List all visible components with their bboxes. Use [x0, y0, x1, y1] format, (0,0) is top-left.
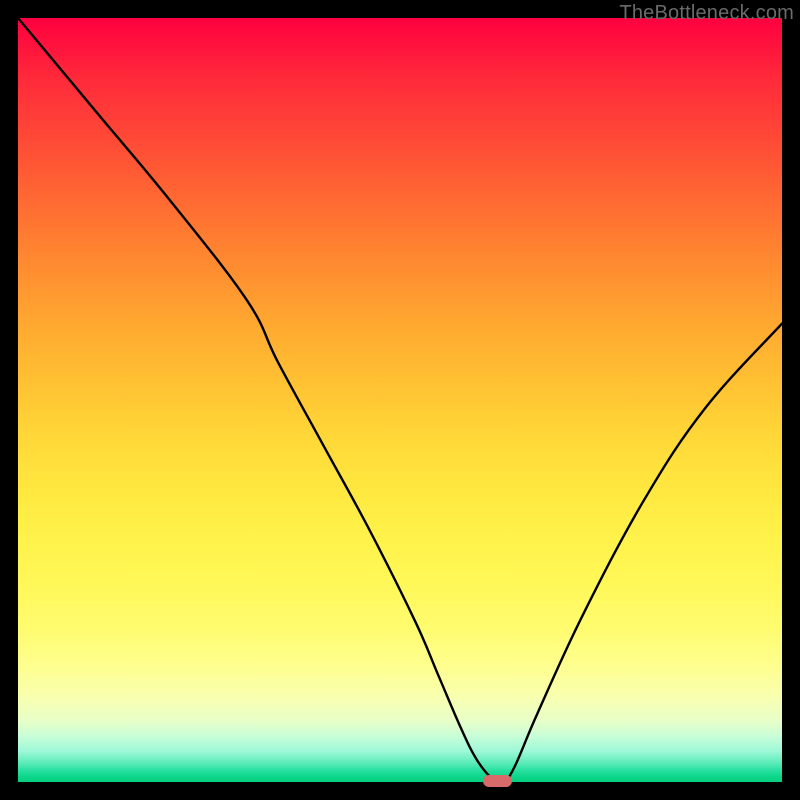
optimal-marker	[483, 775, 512, 787]
bottleneck-curve	[18, 18, 782, 782]
chart-container: TheBottleneck.com	[0, 0, 800, 800]
plot-area	[18, 18, 782, 782]
attribution-text: TheBottleneck.com	[619, 2, 794, 25]
